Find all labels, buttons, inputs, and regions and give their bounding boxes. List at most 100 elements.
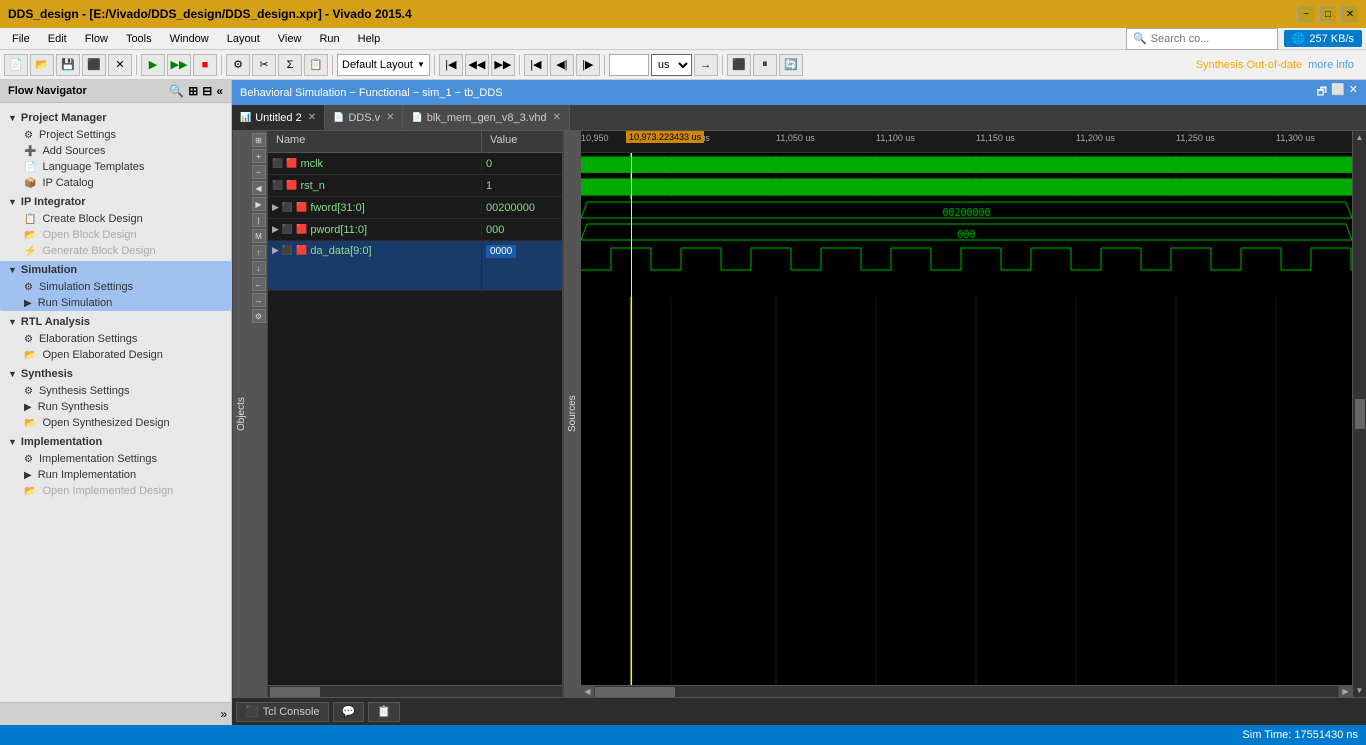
nav-impl-settings[interactable]: ⚙ Implementation Settings xyxy=(0,451,231,467)
sim-step3[interactable]: |▶ xyxy=(576,54,600,76)
tb-icon1[interactable]: ⬛ xyxy=(727,54,751,76)
nav-simulation-settings[interactable]: ⚙ Simulation Settings xyxy=(0,279,231,295)
rtl-header[interactable]: ▼ RTL Analysis xyxy=(0,313,231,331)
marker-btn[interactable]: M xyxy=(252,229,266,243)
nav-icon-search[interactable]: 🔍 xyxy=(169,84,184,98)
nav-run-synthesis[interactable]: ▶ Run Synthesis xyxy=(0,399,231,415)
close-button[interactable]: ✕ xyxy=(1342,6,1358,22)
vscroll-down[interactable]: ▼ xyxy=(1356,686,1364,695)
layout-dropdown[interactable]: Default Layout ▼ xyxy=(337,54,430,76)
nav-open-synthesized[interactable]: 📂 Open Synthesized Design xyxy=(0,415,231,431)
scroll-left-btn[interactable]: ◀ xyxy=(581,686,595,697)
nav-synthesis-settings[interactable]: ⚙ Synthesis Settings xyxy=(0,383,231,399)
menu-tools[interactable]: Tools xyxy=(118,31,160,47)
wave-settings[interactable]: ⚙ xyxy=(252,309,266,323)
nav-elaboration-settings[interactable]: ⚙ Elaboration Settings xyxy=(0,331,231,347)
nav-bottom-collapse[interactable]: » xyxy=(220,707,227,721)
run-button[interactable]: ▶ xyxy=(141,54,165,76)
tb-icon2[interactable]: ⏸ xyxy=(753,54,777,76)
sig-row-mclk[interactable]: ⬛ 🟥 mclk 0 xyxy=(268,153,562,175)
nav-open-elaborated[interactable]: 📂 Open Elaborated Design xyxy=(0,347,231,363)
tab-blk-mem[interactable]: 📄 blk_mem_gen_v8_3.vhd ✕ xyxy=(403,105,569,130)
menu-view[interactable]: View xyxy=(270,31,310,47)
maximize-button[interactable]: □ xyxy=(1320,6,1336,22)
sig-row-fword[interactable]: ▶ ⬛ 🟥 fword[31:0] 00200000 xyxy=(268,197,562,219)
tb-misc1[interactable]: ⚙ xyxy=(226,54,250,76)
save-button[interactable]: 💾 xyxy=(56,54,80,76)
wave-v-scrollbar[interactable]: ▲ ▼ xyxy=(1352,131,1366,697)
sim-step2[interactable]: ◀| xyxy=(550,54,574,76)
cursor-btn[interactable]: | xyxy=(252,213,266,227)
objects-panel[interactable]: Objects xyxy=(232,131,250,697)
sources-panel[interactable]: Sources xyxy=(563,131,581,697)
wave-nav2[interactable]: ↓ xyxy=(252,261,266,275)
sig-row-dadata[interactable]: ▶ ⬛ 🟥 da_data[9:0] 0000 xyxy=(268,241,562,291)
vscroll-up[interactable]: ▲ xyxy=(1356,133,1364,142)
sig-row-rstn[interactable]: ⬛ 🟥 rst_n 1 xyxy=(268,175,562,197)
stop-button[interactable]: ■ xyxy=(193,54,217,76)
close-button2[interactable]: ✕ xyxy=(108,54,132,76)
minimize-button[interactable]: − xyxy=(1298,6,1314,22)
waveform-display[interactable]: 00200000 000 xyxy=(581,153,1352,685)
tab-dds-close[interactable]: ✕ xyxy=(386,112,394,123)
sig-list-scrollbar[interactable] xyxy=(268,685,562,697)
nav-create-block[interactable]: 📋 Create Block Design xyxy=(0,211,231,227)
tb-icon3[interactable]: 🔄 xyxy=(779,54,803,76)
menu-help[interactable]: Help xyxy=(350,31,389,47)
sim-nav3[interactable]: ▶▶ xyxy=(491,54,515,76)
nav-icon-collapse[interactable]: ⊟ xyxy=(202,84,212,98)
project-manager-header[interactable]: ▼ Project Manager xyxy=(0,109,231,127)
zoom-next-btn[interactable]: ▶ xyxy=(252,197,266,211)
synthesis-header[interactable]: ▼ Synthesis xyxy=(0,365,231,383)
menu-flow[interactable]: Flow xyxy=(77,31,116,47)
nav-add-sources[interactable]: ➕ Add Sources xyxy=(0,143,231,159)
open-button[interactable]: 📂 xyxy=(30,54,54,76)
zoom-prev-btn[interactable]: ◀ xyxy=(252,181,266,195)
sig-dadata-expand[interactable]: ▶ xyxy=(272,245,279,256)
nav-collapse-panel[interactable]: « xyxy=(216,84,223,98)
run2-button[interactable]: ▶▶ xyxy=(167,54,191,76)
nav-run-impl[interactable]: ▶ Run Implementation xyxy=(0,467,231,483)
tb-misc2[interactable]: ✂ xyxy=(252,54,276,76)
nav-icon-expand[interactable]: ⊞ xyxy=(188,84,198,98)
tab-untitled[interactable]: 📊 Untitled 2 ✕ xyxy=(232,105,325,130)
wave-restore-btn[interactable]: 🗗 xyxy=(1317,83,1327,102)
ip-integrator-header[interactable]: ▼ IP Integrator xyxy=(0,193,231,211)
zoom-fit-btn[interactable]: ⊞ xyxy=(252,133,266,147)
zoom-out-btn[interactable]: − xyxy=(252,165,266,179)
sig-pword-expand[interactable]: ▶ xyxy=(272,224,279,235)
zoom-in-btn[interactable]: + xyxy=(252,149,266,163)
log-btn[interactable]: 📋 xyxy=(368,702,400,722)
save-all-button[interactable]: ⬛ xyxy=(82,54,106,76)
sim-time-btn[interactable]: → xyxy=(694,54,718,76)
vscroll-thumb[interactable] xyxy=(1355,399,1365,429)
sig-fword-expand[interactable]: ▶ xyxy=(272,202,279,213)
chat-btn[interactable]: 💬 xyxy=(333,702,365,722)
more-info-link[interactable]: more info xyxy=(1308,59,1354,71)
wave-maximize-btn[interactable]: ⬜ xyxy=(1331,83,1345,102)
tab-blk-close[interactable]: ✕ xyxy=(553,112,561,123)
nav-run-simulation[interactable]: ▶ Run Simulation xyxy=(0,295,231,311)
nav-language-templates[interactable]: 📄 Language Templates xyxy=(0,159,231,175)
impl-header[interactable]: ▼ Implementation xyxy=(0,433,231,451)
scroll-thumb[interactable] xyxy=(595,687,675,697)
sim-nav1[interactable]: |◀ xyxy=(439,54,463,76)
sim-step1[interactable]: |◀ xyxy=(524,54,548,76)
menu-layout[interactable]: Layout xyxy=(219,31,268,47)
tcl-console-btn[interactable]: ⬛ Tcl Console xyxy=(236,702,329,722)
wave-h-scrollbar[interactable]: ◀ ▶ xyxy=(581,685,1352,697)
time-unit-select[interactable]: us ns ms xyxy=(651,54,692,76)
sig-row-pword[interactable]: ▶ ⬛ 🟥 pword[11:0] 000 xyxy=(268,219,562,241)
sim-nav2[interactable]: ◀◀ xyxy=(465,54,489,76)
waveform-canvas[interactable] xyxy=(581,153,1352,685)
sig-list-scrollbar-thumb[interactable] xyxy=(270,687,320,697)
nav-ip-catalog[interactable]: 📦 IP Catalog xyxy=(0,175,231,191)
time-value-input[interactable]: 10 xyxy=(609,54,649,76)
nav-project-settings[interactable]: ⚙ Project Settings xyxy=(0,127,231,143)
tb-misc3[interactable]: Σ xyxy=(278,54,302,76)
tb-misc4[interactable]: 📋 xyxy=(304,54,328,76)
menu-edit[interactable]: Edit xyxy=(40,31,75,47)
search-input[interactable] xyxy=(1151,33,1271,45)
wave-nav1[interactable]: ↑ xyxy=(252,245,266,259)
wave-close-btn[interactable]: ✕ xyxy=(1349,83,1358,102)
